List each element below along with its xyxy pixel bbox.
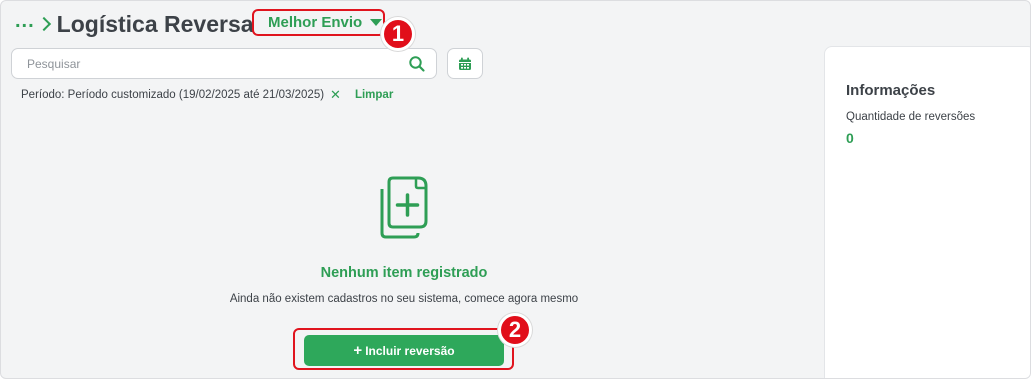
info-panel: Informações Quantidade de reversões 0 bbox=[824, 46, 1030, 378]
info-title: Informações bbox=[846, 82, 936, 99]
calendar-button[interactable] bbox=[447, 48, 483, 79]
active-filter: Período: Período customizado (19/02/2025… bbox=[21, 87, 393, 103]
search-icon[interactable] bbox=[408, 55, 426, 73]
search-box bbox=[11, 48, 437, 79]
search-input[interactable] bbox=[27, 55, 407, 73]
calendar-icon bbox=[459, 57, 471, 70]
add-reversal-button-label: Incluir reversão bbox=[365, 343, 455, 358]
page: ... Logística Reversa Melhor Envio Perío… bbox=[0, 0, 1031, 379]
filter-label: Período: Período customizado (19/02/2025… bbox=[21, 89, 325, 101]
plus-icon: + bbox=[353, 342, 363, 359]
caret-down-icon bbox=[370, 19, 383, 26]
clear-filter-link[interactable]: Limpar bbox=[355, 89, 393, 101]
close-icon[interactable]: ✕ bbox=[330, 87, 341, 103]
add-documents-icon bbox=[380, 176, 428, 239]
reversal-count-value: 0 bbox=[846, 130, 854, 146]
reversal-count-label: Quantidade de reversões bbox=[846, 111, 976, 123]
breadcrumb: ... Logística Reversa bbox=[15, 9, 254, 39]
page-title: Logística Reversa bbox=[56, 10, 254, 37]
empty-state-title: Nenhum item registrado bbox=[320, 265, 488, 281]
breadcrumb-ellipsis[interactable]: ... bbox=[15, 10, 35, 33]
chevron-right-icon bbox=[37, 12, 53, 36]
integration-selector[interactable]: Melhor Envio bbox=[252, 9, 385, 36]
empty-state-description: Ainda não existem cadastros no seu siste… bbox=[229, 293, 579, 305]
step-badge-1: 1 bbox=[381, 17, 415, 51]
integration-selector-label: Melhor Envio bbox=[268, 14, 363, 31]
step-badge-2: 2 bbox=[498, 313, 532, 347]
add-reversal-button[interactable]: + Incluir reversão bbox=[304, 335, 504, 366]
